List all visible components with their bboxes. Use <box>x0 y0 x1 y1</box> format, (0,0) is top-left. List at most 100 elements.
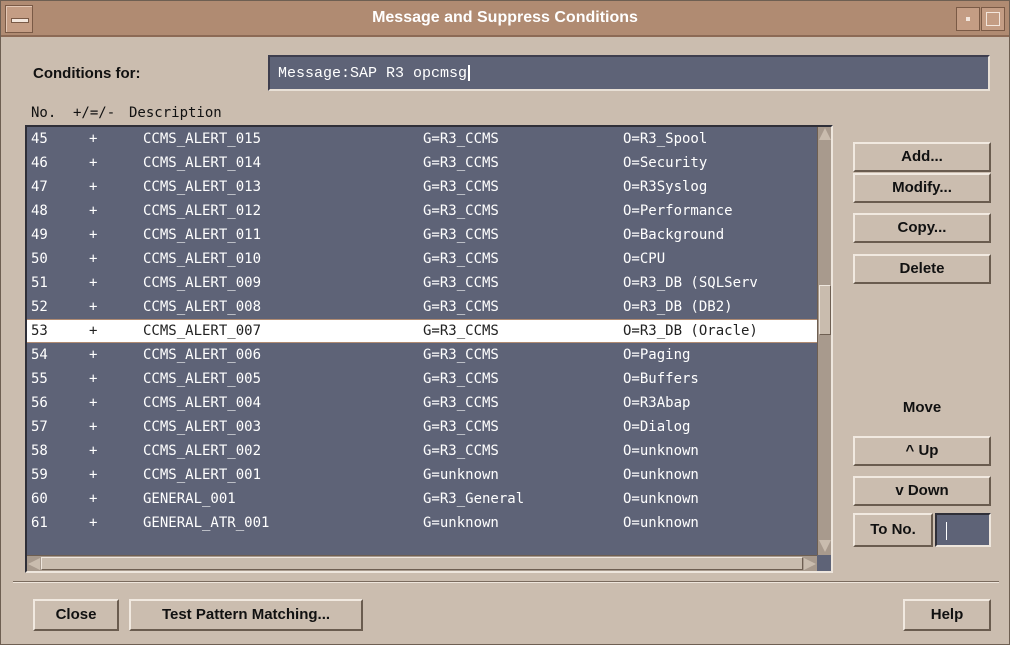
row-number: 51 <box>31 275 48 291</box>
scroll-left-arrow-icon[interactable] <box>28 558 40 570</box>
row-number: 52 <box>31 299 48 315</box>
row-sign: + <box>89 155 98 171</box>
row-sign: + <box>89 395 98 411</box>
table-row[interactable]: 52 + CCMS_ALERT_008 G=R3_CCMS O=R3_DB (DB2) <box>27 295 817 319</box>
table-row[interactable]: 58 + CCMS_ALERT_002 G=R3_CCMS O=unknown <box>27 439 817 463</box>
table-row[interactable]: 51 + CCMS_ALERT_009 G=R3_CCMS O=R3_DB (SQLSe… <box>27 271 817 295</box>
row-description: CCMS_ALERT_004 <box>143 395 262 411</box>
row-object: O=Paging <box>623 347 691 363</box>
modify-button[interactable]: Modify... <box>853 173 991 203</box>
row-object: O=Buffers <box>623 371 699 387</box>
scroll-up-arrow-icon[interactable] <box>819 128 831 142</box>
row-sign: + <box>89 227 98 243</box>
table-row[interactable]: 46 + CCMS_ALERT_014 G=R3_CCMS O=Security <box>27 151 817 175</box>
conditions-rows[interactable]: 45 + CCMS_ALERT_015 G=R3_CCMS O=R3_Spool 46 + C… <box>27 127 817 555</box>
row-sign: + <box>89 131 98 147</box>
table-row[interactable]: 47 + CCMS_ALERT_013 G=R3_CCMS O=R3Syslog <box>27 175 817 199</box>
table-row[interactable]: 50 + CCMS_ALERT_010 G=R3_CCMS O=CPU <box>27 247 817 271</box>
conditions-list[interactable]: 45 + CCMS_ALERT_015 G=R3_CCMS O=R3_Spool 46 + C… <box>25 125 833 573</box>
conditions-value: Message:SAP R3 opcmsg <box>278 65 468 82</box>
row-object: O=CPU <box>623 251 666 267</box>
row-group: G=R3_CCMS <box>423 299 499 315</box>
row-object: O=unknown <box>623 443 699 459</box>
close-button[interactable]: Close <box>33 599 119 631</box>
delete-button[interactable]: Delete <box>853 254 991 284</box>
row-group: G=R3_CCMS <box>423 251 499 267</box>
row-group: G=R3_CCMS <box>423 155 499 171</box>
row-description: CCMS_ALERT_001 <box>143 467 262 483</box>
row-number: 50 <box>31 251 48 267</box>
row-number: 58 <box>31 443 48 459</box>
row-sign: + <box>89 299 98 315</box>
row-number: 59 <box>31 467 48 483</box>
table-row-selected[interactable]: 53 + CCMS_ALERT_007 G=R3_CCMS O=R3_DB (Oracl… <box>27 319 817 343</box>
table-row[interactable]: 60 + GENERAL_001 G=R3_General O=unknown <box>27 487 817 511</box>
table-row[interactable]: 56 + CCMS_ALERT_004 G=R3_CCMS O=R3Abap <box>27 391 817 415</box>
move-up-button[interactable]: ^ Up <box>853 436 991 466</box>
maximize-button[interactable] <box>981 7 1005 31</box>
to-no-button[interactable]: To No. <box>853 513 933 547</box>
table-row[interactable]: 49 + CCMS_ALERT_011 G=R3_CCMS O=Background <box>27 223 817 247</box>
horizontal-scroll-thumb[interactable] <box>41 557 803 570</box>
to-no-field[interactable] <box>935 513 991 547</box>
row-number: 46 <box>31 155 48 171</box>
row-object: O=unknown <box>623 515 699 531</box>
row-sign: + <box>89 371 98 387</box>
table-row[interactable]: 55 + CCMS_ALERT_005 G=R3_CCMS O=Buffers <box>27 367 817 391</box>
row-group: G=unknown <box>423 515 499 531</box>
row-description: CCMS_ALERT_012 <box>143 203 262 219</box>
copy-button[interactable]: Copy... <box>853 213 991 243</box>
row-description: CCMS_ALERT_011 <box>143 227 262 243</box>
row-group: G=R3_CCMS <box>423 395 499 411</box>
title-bar[interactable]: Message and Suppress Conditions <box>1 1 1009 37</box>
vertical-scroll-thumb[interactable] <box>819 285 831 335</box>
row-sign: + <box>89 419 98 435</box>
table-row[interactable]: 48 + CCMS_ALERT_012 G=R3_CCMS O=Performance <box>27 199 817 223</box>
row-number: 57 <box>31 419 48 435</box>
vertical-scrollbar[interactable] <box>817 127 831 555</box>
row-group: G=R3_CCMS <box>423 275 499 291</box>
row-object: O=R3Abap <box>623 395 691 411</box>
row-sign: + <box>89 515 98 531</box>
move-down-button[interactable]: v Down <box>853 476 991 506</box>
row-sign: + <box>89 467 98 483</box>
table-row[interactable]: 54 + CCMS_ALERT_006 G=R3_CCMS O=Paging <box>27 343 817 367</box>
row-description: CCMS_ALERT_009 <box>143 275 262 291</box>
row-object: O=Background <box>623 227 725 243</box>
horizontal-scrollbar[interactable] <box>27 555 817 571</box>
row-object: O=R3_Spool <box>623 131 708 147</box>
row-number: 49 <box>31 227 48 243</box>
row-number: 56 <box>31 395 48 411</box>
footer-divider <box>13 581 999 583</box>
row-group: G=R3_CCMS <box>423 323 499 339</box>
row-number: 61 <box>31 515 48 531</box>
row-sign: + <box>89 179 98 195</box>
table-row[interactable]: 45 + CCMS_ALERT_015 G=R3_CCMS O=R3_Spool <box>27 127 817 151</box>
help-button[interactable]: Help <box>903 599 991 631</box>
row-description: CCMS_ALERT_006 <box>143 347 262 363</box>
row-group: G=R3_CCMS <box>423 131 499 147</box>
row-group: G=R3_General <box>423 491 525 507</box>
row-group: G=R3_CCMS <box>423 443 499 459</box>
minimize-icon <box>966 17 970 21</box>
row-sign: + <box>89 347 98 363</box>
scroll-down-arrow-icon[interactable] <box>819 540 831 554</box>
row-group: G=R3_CCMS <box>423 419 499 435</box>
row-sign: + <box>89 443 98 459</box>
table-row[interactable]: 61 + GENERAL_ATR_001 G=unknown O=unknown <box>27 511 817 535</box>
table-row[interactable]: 57 + CCMS_ALERT_003 G=R3_CCMS O=Dialog <box>27 415 817 439</box>
row-description: GENERAL_ATR_001 <box>143 515 270 531</box>
window-title: Message and Suppress Conditions <box>372 9 638 26</box>
test-pattern-matching-button[interactable]: Test Pattern Matching... <box>129 599 363 631</box>
row-group: G=R3_CCMS <box>423 371 499 387</box>
row-group: G=unknown <box>423 467 499 483</box>
add-button[interactable]: Add... <box>853 142 991 172</box>
row-sign: + <box>89 491 98 507</box>
minimize-button[interactable] <box>956 7 980 31</box>
table-row[interactable]: 59 + CCMS_ALERT_001 G=unknown O=unknown <box>27 463 817 487</box>
header-description: Description <box>129 105 222 121</box>
conditions-field[interactable]: Message:SAP R3 opcmsg <box>268 55 990 91</box>
row-group: G=R3_CCMS <box>423 179 499 195</box>
row-number: 55 <box>31 371 48 387</box>
scroll-right-arrow-icon[interactable] <box>804 558 816 570</box>
